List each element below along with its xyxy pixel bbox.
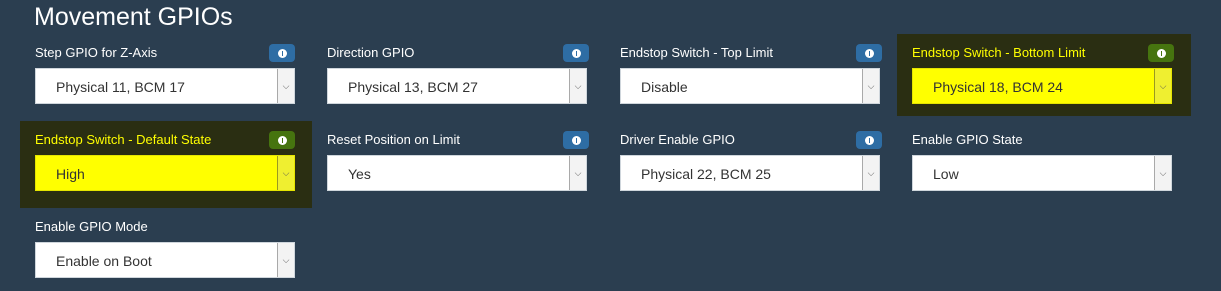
info-button[interactable]: [1148, 44, 1174, 62]
field-label: Endstop Switch - Bottom Limit: [912, 45, 1086, 60]
chevron-down-icon: ⌵: [862, 69, 879, 103]
field-label: Endstop Switch - Top Limit: [620, 45, 773, 60]
chevron-down-icon: ⌵: [277, 156, 294, 190]
field-label: Direction GPIO: [327, 45, 415, 60]
info-icon: [571, 135, 581, 145]
info-button[interactable]: [856, 44, 882, 62]
step-gpio-select[interactable]: Physical 11, BCM 17 ⌵: [35, 68, 295, 104]
field-label: Enable GPIO Mode: [35, 219, 148, 234]
chevron-down-icon: ⌵: [1154, 156, 1171, 190]
chevron-down-icon: ⌵: [569, 69, 586, 103]
chevron-down-icon: ⌵: [569, 156, 586, 190]
chevron-down-icon: ⌵: [277, 243, 294, 277]
info-icon: [864, 48, 874, 58]
info-icon: [864, 135, 874, 145]
reset-position-select[interactable]: Yes ⌵: [327, 155, 587, 191]
field-label: Driver Enable GPIO: [620, 132, 735, 147]
chevron-down-icon: ⌵: [862, 156, 879, 190]
movement-gpios-panel: Movement GPIOs Step GPIO for Z-Axis Phys…: [0, 0, 1221, 291]
endstop-default-state-select[interactable]: High ⌵: [35, 155, 295, 191]
select-value: Physical 22, BCM 25: [641, 166, 771, 182]
info-button[interactable]: [563, 131, 589, 149]
info-icon: [277, 48, 287, 58]
field-label: Endstop Switch - Default State: [35, 132, 212, 147]
select-value: Yes: [348, 166, 371, 182]
chevron-down-icon: ⌵: [277, 69, 294, 103]
endstop-top-limit-select[interactable]: Disable ⌵: [620, 68, 880, 104]
select-value: Disable: [641, 79, 688, 95]
info-button[interactable]: [563, 44, 589, 62]
direction-gpio-select[interactable]: Physical 13, BCM 27 ⌵: [327, 68, 587, 104]
chevron-down-icon: ⌵: [1154, 69, 1171, 103]
enable-gpio-mode-select[interactable]: Enable on Boot ⌵: [35, 242, 295, 278]
info-button[interactable]: [269, 131, 295, 149]
info-icon: [571, 48, 581, 58]
section-title: Movement GPIOs: [34, 3, 233, 31]
select-value: Physical 18, BCM 24: [933, 79, 1063, 95]
info-button[interactable]: [269, 44, 295, 62]
select-value: Low: [933, 166, 959, 182]
field-label: Enable GPIO State: [912, 132, 1023, 147]
enable-gpio-state-select[interactable]: Low ⌵: [912, 155, 1172, 191]
field-label: Reset Position on Limit: [327, 132, 460, 147]
select-value: Physical 11, BCM 17: [56, 79, 185, 95]
info-icon: [1156, 48, 1166, 58]
select-value: High: [56, 166, 85, 182]
field-label: Step GPIO for Z-Axis: [35, 45, 158, 60]
select-value: Enable on Boot: [56, 253, 152, 269]
info-icon: [277, 135, 287, 145]
driver-enable-gpio-select[interactable]: Physical 22, BCM 25 ⌵: [620, 155, 880, 191]
info-button[interactable]: [856, 131, 882, 149]
endstop-bottom-limit-select[interactable]: Physical 18, BCM 24 ⌵: [912, 68, 1172, 104]
select-value: Physical 13, BCM 27: [348, 79, 478, 95]
